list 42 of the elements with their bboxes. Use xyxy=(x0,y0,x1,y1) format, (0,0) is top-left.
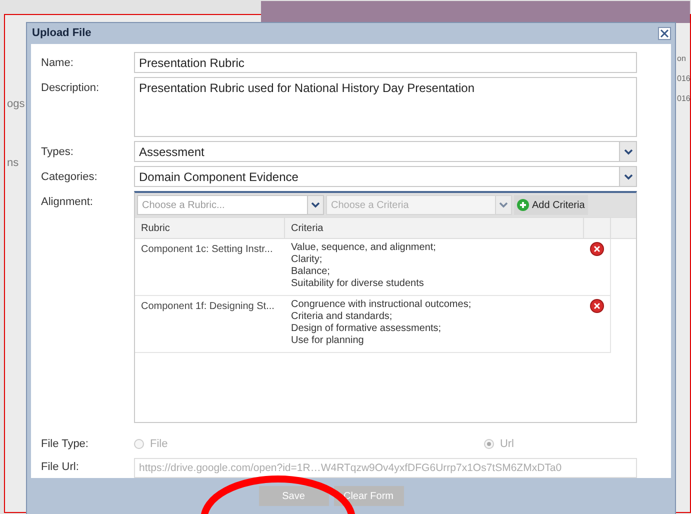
rubric-cell-text: Component 1c: Setting Instr... xyxy=(140,243,274,257)
url-field[interactable]: https://drive.google.com/open?id=1R…W4RTqzw9Ov4yxfDFG6Urrp7x1Os7tSM6ZMxDTa0 xyxy=(134,458,637,478)
chevron-down-icon xyxy=(624,148,632,154)
criteria-cell-text: Congruence with instructional outcomes; Criteria and standards; Design of formative assessments; Use for planning xyxy=(290,299,472,348)
close-icon xyxy=(594,303,600,309)
chevron-down-icon xyxy=(499,202,508,208)
plus-icon xyxy=(517,199,529,211)
criteria-cell-text: Value, sequence, and alignment; Clarity; Balance; Suitability for diverse students xyxy=(290,242,437,291)
field-label: File Type: xyxy=(41,437,90,452)
dropdown-field[interactable]: Domain Component Evidence xyxy=(134,166,637,187)
clear-form-button[interactable]: Clear Form xyxy=(334,486,404,506)
rubric-cell-text: Component 1f: Designing St... xyxy=(140,300,276,314)
close-icon xyxy=(594,246,600,252)
rubric-dropdown[interactable]: Choose a Rubric... xyxy=(137,195,324,215)
table-cell: 016 xyxy=(677,93,690,105)
remove-button[interactable] xyxy=(590,242,604,256)
radio-option[interactable]: Url xyxy=(484,436,514,452)
field-label: File Url: xyxy=(41,460,80,476)
table-cell: 016 xyxy=(677,73,690,85)
column-header: Criteria xyxy=(285,218,584,238)
save-button[interactable]: Save xyxy=(258,486,328,506)
criteria-dropdown[interactable]: Choose a Criteria xyxy=(326,195,512,215)
field-label: Types: xyxy=(41,145,74,160)
close-button[interactable] xyxy=(658,27,671,40)
table-cell-text: on xyxy=(677,53,687,65)
sidebar-item[interactable]: ogs xyxy=(7,96,25,112)
description-field[interactable]: Presentation Rubric used for National History Day Presentation xyxy=(134,77,637,137)
field-label: Categories: xyxy=(41,170,98,185)
name-field[interactable]: Presentation Rubric xyxy=(134,52,637,73)
field-label: Description: xyxy=(41,81,100,96)
dialog-title: Upload File xyxy=(31,26,92,42)
add-criteria-button[interactable]: Add Criteria xyxy=(514,195,588,215)
remove-button[interactable] xyxy=(590,299,604,313)
close-icon xyxy=(660,29,669,38)
sidebar-item[interactable]: ns xyxy=(7,154,25,171)
radio-option[interactable]: File xyxy=(134,436,168,452)
dropdown-field[interactable]: Assessment xyxy=(134,141,637,162)
field-label: Name: xyxy=(41,56,74,71)
column-header: Rubric xyxy=(135,218,285,238)
chevron-down-icon xyxy=(624,174,632,180)
field-label: Alignment: xyxy=(41,195,94,210)
chevron-down-icon xyxy=(311,202,320,208)
